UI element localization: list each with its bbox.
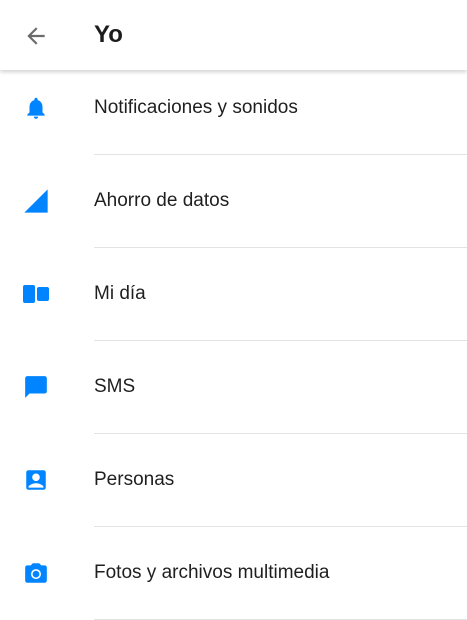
- app-bar: Yo: [0, 0, 467, 70]
- back-arrow-icon: [27, 27, 45, 45]
- settings-item-my-day[interactable]: Mi día: [0, 260, 467, 353]
- settings-screen: Yo Notificaciones y sonidos Ahorro de da…: [0, 0, 467, 620]
- divider: [94, 340, 467, 341]
- settings-item-people[interactable]: Personas: [0, 446, 467, 539]
- settings-item-data-saver[interactable]: Ahorro de datos: [0, 167, 467, 260]
- settings-item-label: Mi día: [94, 283, 146, 304]
- camera-icon: [21, 558, 51, 588]
- settings-item-sms[interactable]: SMS: [0, 353, 467, 446]
- settings-item-label: Notificaciones y sonidos: [94, 97, 298, 118]
- signal-triangle-icon: [21, 186, 51, 216]
- divider: [94, 526, 467, 527]
- stories-icon: [21, 279, 51, 309]
- settings-item-label: Ahorro de datos: [94, 190, 230, 211]
- divider: [94, 154, 467, 155]
- settings-item-label: SMS: [94, 376, 136, 397]
- back-button[interactable]: [14, 14, 58, 58]
- settings-item-label: Personas: [94, 469, 175, 490]
- contact-card-icon: [21, 465, 51, 495]
- settings-item-label: Fotos y archivos multimedia: [94, 562, 330, 583]
- bell-icon: [21, 93, 51, 123]
- chat-bubble-icon: [21, 372, 51, 402]
- settings-list: Notificaciones y sonidos Ahorro de datos…: [0, 74, 467, 620]
- settings-item-notifications[interactable]: Notificaciones y sonidos: [0, 74, 467, 167]
- divider: [94, 433, 467, 434]
- settings-item-photos-media[interactable]: Fotos y archivos multimedia: [0, 539, 467, 620]
- page-title: Yo: [94, 21, 123, 48]
- divider: [94, 247, 467, 248]
